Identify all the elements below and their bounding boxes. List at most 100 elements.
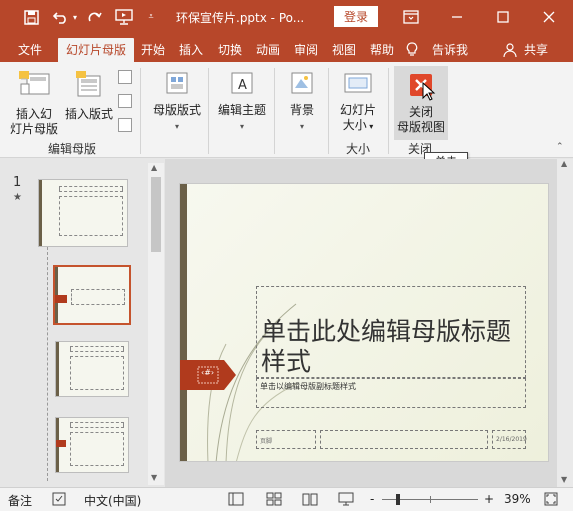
- close-master-label-2: 母版视图: [396, 120, 445, 134]
- chevron-down-icon: ▾: [174, 122, 179, 131]
- minimize-icon[interactable]: [448, 8, 466, 26]
- thumbnail-scrollbar[interactable]: ▲ ▼: [148, 163, 164, 485]
- layout-thumbnail-2[interactable]: [55, 341, 129, 397]
- slide-number-tag: ‹#›: [180, 360, 236, 390]
- undo-icon[interactable]: [52, 8, 70, 26]
- center-placeholder[interactable]: [320, 430, 488, 449]
- close-master-view-icon: [394, 72, 448, 102]
- tab-view[interactable]: 视图: [326, 38, 362, 62]
- rename-icon[interactable]: [118, 94, 132, 108]
- star-icon: ★: [13, 192, 22, 203]
- footer-placeholder[interactable]: 页脚: [256, 430, 316, 449]
- tab-review[interactable]: 审阅: [288, 38, 324, 62]
- undo-dropdown-icon[interactable]: ▾: [70, 8, 80, 26]
- layout-thumbnail-3[interactable]: [55, 417, 129, 473]
- subtitle-placeholder[interactable]: 单击以编辑母版副标题样式: [256, 378, 526, 408]
- tell-me-search[interactable]: 告诉我: [424, 38, 476, 62]
- tab-home[interactable]: 开始: [136, 38, 170, 62]
- edit-theme-button[interactable]: A 编辑主题 ▾: [214, 70, 270, 134]
- slide-size-button[interactable]: 幻灯片 大小 ▾: [334, 70, 382, 134]
- collapse-ribbon-icon[interactable]: ⌃: [556, 142, 564, 152]
- tab-animations[interactable]: 动画: [250, 38, 286, 62]
- group-label-edit-master: 编辑母版: [47, 142, 96, 156]
- background-label: 背景: [289, 103, 314, 117]
- close-icon[interactable]: [540, 8, 558, 26]
- insert-layout-icon: [62, 70, 116, 104]
- ribbon-display-options-icon[interactable]: [402, 8, 420, 26]
- status-bar: 备注 中文(中国) - + 39%: [0, 487, 573, 511]
- date-text: 2/16/2019: [496, 436, 527, 443]
- close-master-label-1: 关闭: [408, 105, 433, 119]
- scroll-up-icon[interactable]: ▲: [151, 163, 157, 172]
- slide-number-placeholder: ‹#›: [201, 368, 215, 377]
- insert-slide-master-label-1: 插入幻: [15, 107, 52, 121]
- fit-to-window-icon[interactable]: [544, 492, 558, 509]
- slide-canvas[interactable]: ‹#› 单击此处编辑母版标题样式 单击以编辑母版副标题样式 页脚 2/16/20…: [179, 183, 549, 462]
- customize-quick-access-icon[interactable]: ⩡: [146, 8, 156, 26]
- present-icon[interactable]: [114, 8, 134, 26]
- close-master-view-button[interactable]: 关闭 母版视图: [394, 66, 448, 140]
- ribbon-separator: [274, 68, 275, 154]
- svg-text:A: A: [238, 78, 247, 93]
- chevron-down-icon: ▾: [366, 122, 374, 131]
- zoom-out-button[interactable]: -: [370, 492, 374, 506]
- scroll-down-icon[interactable]: ▼: [561, 475, 567, 484]
- tab-help[interactable]: 帮助: [364, 38, 400, 62]
- title-text: 单击此处编辑母版标题样式: [261, 317, 512, 376]
- scroll-down-icon[interactable]: ▼: [151, 473, 157, 482]
- zoom-slider[interactable]: [382, 494, 478, 505]
- tab-slide-master[interactable]: 幻灯片母版: [58, 38, 134, 62]
- lightbulb-icon: [404, 38, 420, 62]
- tab-transitions[interactable]: 切换: [212, 38, 248, 62]
- accessibility-icon[interactable]: [52, 492, 66, 509]
- notes-button[interactable]: 备注: [8, 492, 32, 509]
- zoom-level[interactable]: 39%: [504, 492, 531, 506]
- editor-scrollbar[interactable]: ▲ ▼: [557, 159, 573, 487]
- insert-layout-button[interactable]: 插入版式: [62, 70, 116, 122]
- ribbon-separator: [208, 68, 209, 154]
- footer-text: 页脚: [260, 438, 273, 445]
- background-button[interactable]: 背景 ▾: [280, 70, 324, 134]
- slide-number: 1: [13, 175, 22, 190]
- master-layout-label: 母版版式: [152, 103, 201, 117]
- insert-layout-label: 插入版式: [64, 107, 113, 121]
- slide-sorter-icon[interactable]: [266, 492, 282, 509]
- subtitle-text: 单击以编辑母版副标题样式: [260, 382, 356, 391]
- redo-icon[interactable]: [86, 8, 104, 26]
- restore-icon[interactable]: [494, 8, 512, 26]
- insert-slide-master-button[interactable]: 插入幻 灯片母版: [8, 70, 60, 137]
- background-icon: [280, 70, 324, 100]
- delete-slide-icon[interactable]: [118, 70, 132, 84]
- chevron-down-icon: ▾: [239, 122, 244, 131]
- insert-slide-master-icon: [8, 70, 60, 104]
- ribbon-separator: [140, 68, 141, 154]
- slide-thumbnail-pane: 1 ★ ▲ ▼: [0, 159, 164, 487]
- window-title: 环保宣传片.pptx - Po...: [176, 11, 305, 25]
- scroll-up-icon[interactable]: ▲: [561, 159, 567, 168]
- share-button[interactable]: 共享: [520, 38, 552, 62]
- master-thumbnail[interactable]: [38, 179, 128, 247]
- zoom-in-button[interactable]: +: [484, 492, 494, 506]
- date-placeholder[interactable]: 2/16/2019: [492, 430, 527, 449]
- slideshow-icon[interactable]: [338, 492, 354, 509]
- title-placeholder[interactable]: 单击此处编辑母版标题样式: [256, 286, 526, 378]
- title-bar: ▾ ⩡ 环保宣传片.pptx - Po... 登录: [0, 0, 573, 34]
- zoom-slider-thumb[interactable]: [396, 494, 400, 505]
- share-person-icon: [502, 38, 518, 62]
- tab-insert[interactable]: 插入: [172, 38, 210, 62]
- slide-editor: ‹#› 单击此处编辑母版标题样式 单击以编辑母版副标题样式 页脚 2/16/20…: [165, 159, 573, 487]
- insert-slide-master-label-2: 灯片母版: [9, 122, 58, 136]
- reading-view-icon[interactable]: [302, 492, 318, 509]
- scrollbar-thumb[interactable]: [151, 177, 161, 252]
- master-layout-button[interactable]: 母版版式 ▾: [148, 70, 206, 134]
- normal-view-icon[interactable]: [228, 492, 244, 509]
- tab-file[interactable]: 文件: [6, 38, 54, 62]
- slide-size-label-1: 幻灯片: [339, 103, 376, 117]
- ribbon: 插入幻 灯片母版 插入版式 编辑母版 母版版式 ▾ A 编辑主题 ▾ 背景 ▾: [0, 62, 573, 158]
- login-button[interactable]: 登录: [334, 6, 378, 27]
- title-layout-thumbnail[interactable]: [53, 265, 131, 325]
- mouse-cursor-icon: [422, 81, 436, 105]
- preserve-icon[interactable]: [118, 118, 132, 132]
- save-icon[interactable]: [22, 8, 40, 26]
- language-status[interactable]: 中文(中国): [84, 492, 141, 509]
